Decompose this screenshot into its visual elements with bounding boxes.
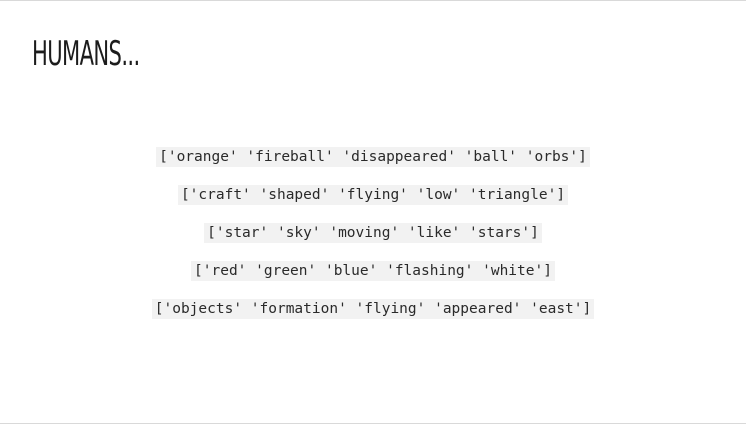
code-lines: ['orange' 'fireball' 'disappeared' 'ball… <box>0 147 746 337</box>
code-line-5: ['objects' 'formation' 'flying' 'appeare… <box>151 299 595 319</box>
slide: HUMANS... ['orange' 'fireball' 'disappea… <box>0 0 746 424</box>
code-line-1: ['orange' 'fireball' 'disappeared' 'ball… <box>156 147 590 167</box>
code-line-4: ['red' 'green' 'blue' 'flashing' 'white'… <box>191 261 555 281</box>
code-line-3: ['star' 'sky' 'moving' 'like' 'stars'] <box>204 223 542 243</box>
slide-title: HUMANS... <box>32 34 140 74</box>
code-line-2: ['craft' 'shaped' 'flying' 'low' 'triang… <box>177 185 569 205</box>
